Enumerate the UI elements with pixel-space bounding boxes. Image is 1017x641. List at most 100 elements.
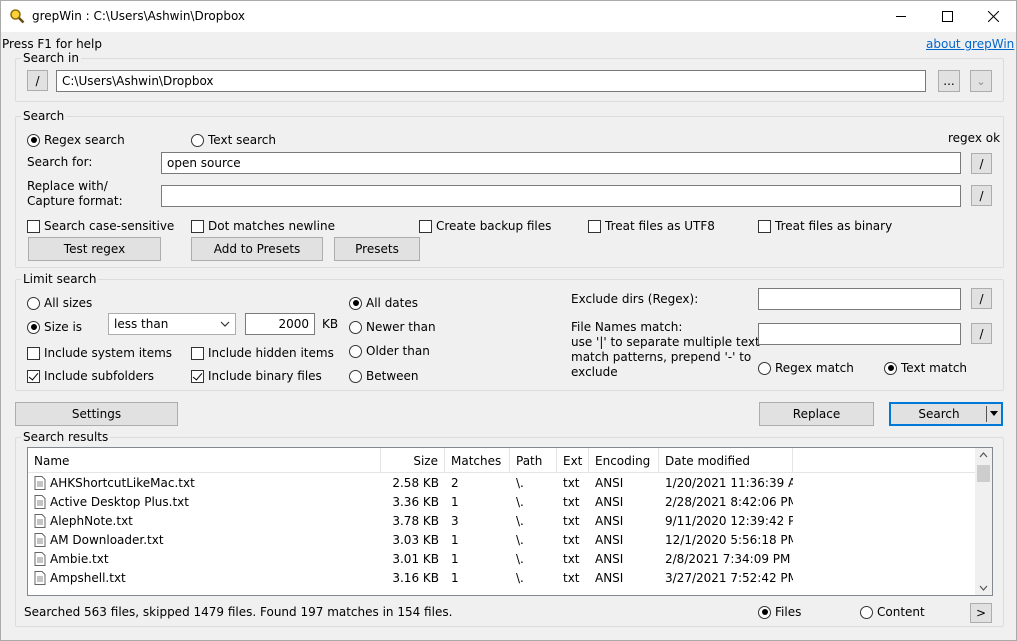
magnifier-app-icon: [10, 9, 25, 24]
all-sizes-radio[interactable]: All sizes: [27, 295, 92, 311]
case-sensitive-checkbox[interactable]: Search case-sensitive: [27, 218, 174, 234]
cell-name: Ambie.txt: [28, 549, 381, 568]
cell-size-text: 3.03 KB: [392, 532, 439, 547]
cell-encoding-text: ANSI: [595, 570, 624, 585]
regex-search-radio[interactable]: Regex search: [27, 132, 125, 148]
cell-matches: 1: [445, 530, 510, 549]
newer-than-radio[interactable]: Newer than: [349, 319, 436, 335]
cell-encoding-text: ANSI: [595, 532, 624, 547]
size-is-radio[interactable]: Size is: [27, 319, 82, 335]
add-to-presets-button[interactable]: Add to Presets: [191, 237, 323, 261]
search-for-input[interactable]: open source: [161, 152, 961, 174]
utf8-checkbox[interactable]: Treat files as UTF8: [588, 218, 715, 234]
cell-ext: txt: [557, 511, 589, 530]
include-subfolders-checkbox[interactable]: Include subfolders: [27, 368, 154, 384]
between-radio[interactable]: Between: [349, 368, 419, 384]
dot-newline-checkbox[interactable]: Dot matches newline: [191, 218, 335, 234]
chevron-down-icon: [220, 321, 230, 327]
search-results-legend: Search results: [21, 430, 111, 444]
search-path-input[interactable]: C:\Users\Ashwin\Dropbox: [56, 70, 926, 92]
cell-ext-text: txt: [563, 494, 580, 509]
status-text: Searched 563 files, skipped 1479 files. …: [24, 605, 453, 619]
exclude-dirs-input[interactable]: [758, 288, 961, 310]
cell-path: \.: [510, 568, 557, 587]
size-operator-select[interactable]: less than: [108, 313, 236, 335]
cell-date: 1/20/2021 11:36:39 AM: [659, 473, 793, 492]
cell-ext-text: txt: [563, 513, 580, 528]
table-row[interactable]: AHKShortcutLikeMac.txt 2.58 KB 2 \. txt ANSI 1…: [28, 473, 975, 492]
presets-button[interactable]: Presets: [334, 237, 420, 261]
size-unit-label: KB: [322, 317, 339, 331]
cell-date: 9/11/2020 12:39:42 PM: [659, 511, 793, 530]
replace-input[interactable]: [161, 185, 961, 207]
table-row[interactable]: Active Desktop Plus.txt 3.36 KB 1 \. txt ANSI…: [28, 492, 975, 511]
regex-match-radio[interactable]: Regex match: [758, 360, 854, 376]
results-list[interactable]: Name Size Matches Path Ext Encoding Date…: [27, 447, 993, 596]
include-hidden-checkbox[interactable]: Include hidden items: [191, 345, 334, 361]
window-title: grepWin : C:\Users\Ashwin\Dropbox: [32, 9, 246, 23]
title-bar: grepWin : C:\Users\Ashwin\Dropbox: [1, 1, 1016, 32]
cell-encoding: ANSI: [589, 511, 659, 530]
cell-date-text: 12/1/2020 5:56:18 PM: [665, 532, 793, 547]
table-row[interactable]: Ampshell.txt 3.16 KB 1 \. txt ANSI 3/27/2021 7…: [28, 568, 975, 587]
column-matches-header[interactable]: Matches: [445, 448, 510, 473]
path-history-dropdown[interactable]: ⌄: [970, 70, 992, 92]
search-for-regex-button[interactable]: /: [971, 153, 992, 174]
cell-path-text: \.: [516, 475, 524, 490]
cell-name: AM Downloader.txt: [28, 530, 381, 549]
about-link[interactable]: about grepWin: [926, 37, 1014, 51]
cell-size: 3.78 KB: [381, 511, 445, 530]
replace-label-line2: Capture format:: [27, 194, 123, 208]
files-view-radio[interactable]: Files: [758, 604, 801, 620]
cell-ext-text: txt: [563, 551, 580, 566]
scroll-up-icon[interactable]: [979, 452, 988, 458]
path-regex-toggle-button[interactable]: /: [27, 70, 48, 91]
cell-matches: 1: [445, 549, 510, 568]
cell-size: 3.01 KB: [381, 549, 445, 568]
test-regex-button[interactable]: Test regex: [28, 237, 161, 261]
cell-matches-text: 1: [451, 494, 459, 509]
exclude-dirs-regex-button[interactable]: /: [971, 288, 992, 309]
search-button[interactable]: Search: [889, 402, 1003, 426]
table-row[interactable]: AM Downloader.txt 3.03 KB 1 \. txt ANSI 12/1/2…: [28, 530, 975, 549]
cell-path-text: \.: [516, 513, 524, 528]
content-view-radio[interactable]: Content: [860, 604, 925, 620]
cell-path: \.: [510, 530, 557, 549]
file-names-regex-button[interactable]: /: [971, 323, 992, 344]
scroll-thumb[interactable]: [977, 465, 990, 482]
backup-files-checkbox[interactable]: Create backup files: [419, 218, 551, 234]
binary-checkbox[interactable]: Treat files as binary: [758, 218, 892, 234]
replace-regex-button[interactable]: /: [971, 185, 992, 206]
column-date-header[interactable]: Date modified: [659, 448, 793, 473]
include-binary-checkbox[interactable]: Include binary files: [191, 368, 322, 384]
maximize-button[interactable]: [924, 1, 970, 32]
table-row[interactable]: AlephNote.txt 3.78 KB 3 \. txt ANSI 9/11/2020 …: [28, 511, 975, 530]
size-value-input[interactable]: 2000: [245, 313, 315, 335]
text-search-radio[interactable]: Text search: [191, 132, 276, 148]
all-dates-radio[interactable]: All dates: [349, 295, 418, 311]
column-ext-header[interactable]: Ext: [557, 448, 589, 473]
cell-date: 2/28/2021 8:42:06 PM: [659, 492, 793, 511]
cell-name-text: Ambie.txt: [50, 551, 109, 566]
settings-button[interactable]: Settings: [15, 402, 178, 426]
column-path-header[interactable]: Path: [510, 448, 557, 473]
table-row[interactable]: Ambie.txt 3.01 KB 1 \. txt ANSI 2/8/2021 7:34:…: [28, 549, 975, 568]
column-size-header[interactable]: Size: [381, 448, 445, 473]
file-names-input[interactable]: [758, 323, 961, 345]
cell-path: \.: [510, 473, 557, 492]
close-button[interactable]: [970, 1, 1016, 32]
minimize-button[interactable]: [878, 1, 924, 32]
text-match-radio[interactable]: Text match: [884, 360, 967, 376]
results-scrollbar[interactable]: [975, 448, 992, 595]
next-result-button[interactable]: >: [970, 603, 992, 623]
column-encoding-header[interactable]: Encoding: [589, 448, 659, 473]
cell-ext-text: txt: [563, 532, 580, 547]
cell-path-text: \.: [516, 532, 524, 547]
older-than-radio[interactable]: Older than: [349, 343, 430, 359]
split-dropdown-icon[interactable]: [989, 410, 999, 418]
column-name-header[interactable]: Name: [28, 448, 381, 473]
replace-button[interactable]: Replace: [759, 402, 874, 426]
include-system-checkbox[interactable]: Include system items: [27, 345, 172, 361]
scroll-down-icon[interactable]: [979, 585, 988, 591]
browse-button[interactable]: ...: [938, 70, 960, 92]
